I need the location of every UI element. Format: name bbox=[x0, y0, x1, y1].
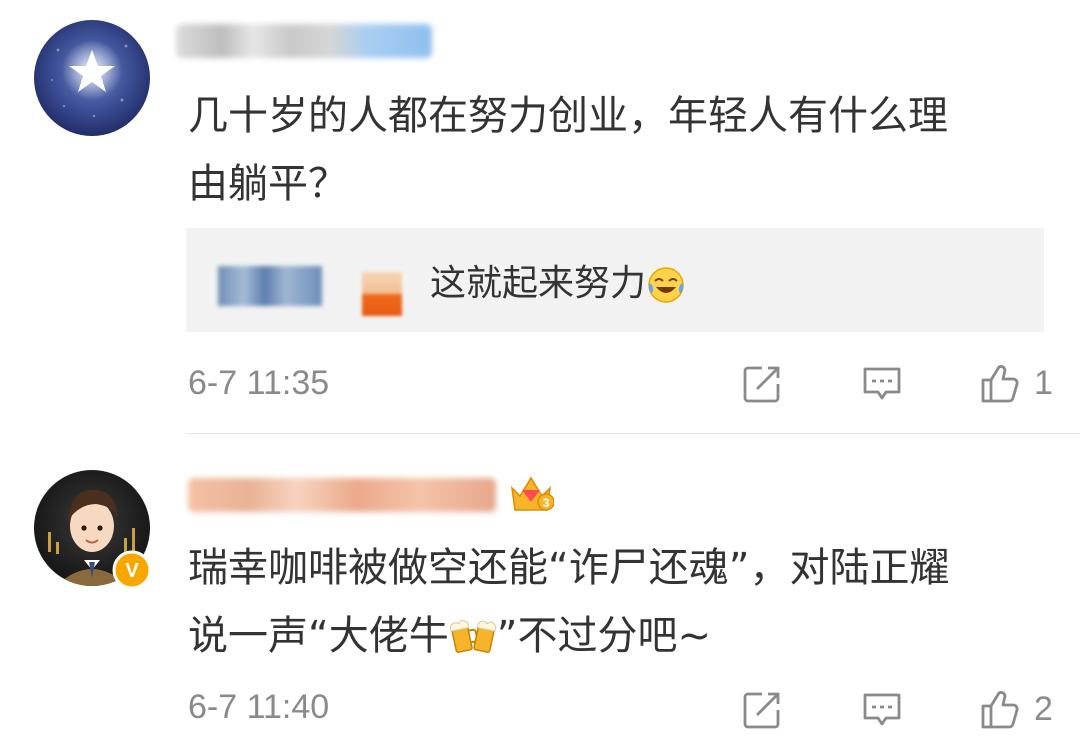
reply-text: 这就起来努力 bbox=[430, 256, 686, 312]
comment-text: 瑞幸咖啡被做空还能“诈尸还魂”，对陆正耀 说一声“大佬牛 ”不过分吧~ bbox=[188, 534, 949, 670]
reply-username-blurred[interactable] bbox=[218, 266, 322, 306]
beer-cheers-emoji bbox=[449, 619, 497, 653]
verified-badge-icon: V bbox=[112, 550, 152, 590]
like-count: 2 bbox=[1034, 690, 1053, 728]
comment-text-line: 瑞幸咖啡被做空还能“诈尸还魂”，对陆正耀 bbox=[188, 545, 950, 591]
like-icon[interactable] bbox=[978, 688, 1022, 732]
verified-badge-text: V bbox=[125, 560, 139, 582]
comment-text-segment: 说一声“大佬牛 bbox=[188, 613, 449, 659]
laugh-cry-emoji bbox=[648, 267, 684, 303]
comment-timestamp: 6-7 11:35 bbox=[188, 364, 330, 402]
username-blurred[interactable] bbox=[188, 478, 496, 512]
comment-icon[interactable] bbox=[860, 362, 904, 406]
comment-actions: 1 bbox=[660, 354, 1080, 414]
comment-actions: 2 bbox=[660, 680, 1080, 740]
crown-badge-icon: 3 bbox=[510, 476, 554, 511]
like-count: 1 bbox=[1034, 364, 1053, 402]
vip-level: 3 bbox=[543, 496, 550, 510]
comment-icon[interactable] bbox=[860, 688, 904, 732]
share-icon[interactable] bbox=[740, 362, 784, 406]
comment-text: 几十岁的人都在努力创业，年轻人有什么理 由躺平？ bbox=[188, 82, 948, 218]
avatar[interactable] bbox=[34, 20, 150, 136]
comment-item: 几十岁的人都在努力创业，年轻人有什么理 由躺平？ 这就起来努力 6-7 11:3… bbox=[0, 0, 1080, 434]
reply-text-content: 这就起来努力 bbox=[430, 263, 647, 304]
comment-timestamp: 6-7 11:40 bbox=[188, 688, 330, 726]
comment-item: V 3 瑞幸咖啡被做空还能“诈尸还魂”，对陆正耀 说一声“大佬牛 ”不过分吧~ … bbox=[0, 434, 1080, 748]
like-icon[interactable] bbox=[978, 362, 1022, 406]
comment-text-line: 说一声“大佬牛 ”不过分吧~ bbox=[188, 602, 949, 670]
reply-badge-blurred bbox=[362, 272, 402, 316]
comment-text-line: 几十岁的人都在努力创业，年轻人有什么理 bbox=[188, 93, 948, 139]
comment-text-segment: ”不过分吧~ bbox=[496, 613, 711, 659]
reply-preview[interactable]: 这就起来努力 bbox=[186, 228, 1044, 332]
comment-text-line: 由躺平？ bbox=[188, 161, 348, 207]
username-blurred[interactable] bbox=[176, 24, 432, 58]
share-icon[interactable] bbox=[740, 688, 784, 732]
